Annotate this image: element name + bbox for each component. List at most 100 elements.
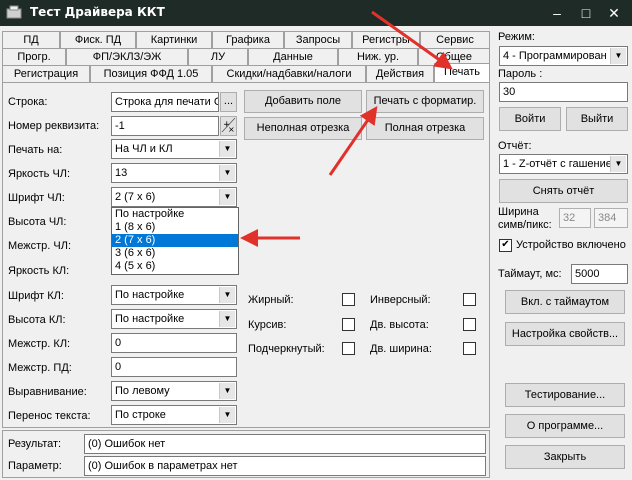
tab-service[interactable]: Сервис (420, 31, 490, 48)
width-chars-input[interactable]: 32 (559, 208, 591, 228)
result-label: Результат: (8, 438, 62, 450)
dropdown-option[interactable]: 1 (8 x 6) (112, 221, 238, 234)
tab-registers[interactable]: Регистры (352, 31, 420, 48)
logout-button[interactable]: Выйти (566, 107, 628, 131)
wrap-label: Перенос текста: (8, 410, 91, 422)
height-cl-label: Высота ЧЛ: (8, 216, 67, 228)
tab-fisk-pd[interactable]: Фиск. ПД (60, 31, 136, 48)
tab-pd[interactable]: ПД (2, 31, 60, 48)
dropdown-option[interactable]: 3 (6 x 6) (112, 247, 238, 260)
dropdown-option[interactable]: 4 (5 x 6) (112, 260, 238, 273)
timeout-input[interactable]: 5000 (571, 264, 628, 284)
tab-registration[interactable]: Регистрация (2, 65, 90, 82)
dropdown-option[interactable]: По настройке (112, 208, 238, 221)
inverse-checkbox[interactable] (463, 293, 476, 306)
print-formatted-button[interactable]: Печать с форматир. (366, 90, 484, 113)
bold-label: Жирный: (248, 294, 294, 306)
brightness-cl-select[interactable]: 13 ▼ (111, 163, 237, 183)
tab-discounts[interactable]: Скидки/надбавки/налоги (212, 65, 366, 82)
spacing-pd-input[interactable]: 0 (111, 357, 237, 377)
requisite-label: Номер реквизита: (8, 120, 100, 132)
bold-checkbox[interactable] (342, 293, 355, 306)
dropdown-option-selected[interactable]: 2 (7 x 6) (112, 234, 238, 247)
login-button[interactable]: Войти (499, 107, 561, 131)
tab-position-ffd[interactable]: Позиция ФФД 1.05 (90, 65, 212, 82)
tab-graphics[interactable]: Графика (212, 31, 284, 48)
string-label: Строка: (8, 96, 48, 108)
width-label-line2: симв/пикс: (498, 219, 552, 231)
password-label: Пароль : (498, 68, 543, 80)
app-icon (6, 5, 22, 19)
width-pixels-input[interactable]: 384 (594, 208, 628, 228)
report-value: 1 - Z-отчёт с гашение (503, 158, 612, 170)
chevron-down-icon: ▼ (219, 311, 235, 327)
brightness-cl-value: 13 (115, 167, 128, 179)
param-field: (0) Ошибок в параметрах нет (84, 456, 486, 476)
about-button[interactable]: О программе... (505, 414, 625, 438)
inverse-label: Инверсный: (370, 294, 431, 306)
take-report-button[interactable]: Снять отчёт (499, 179, 628, 203)
device-enabled-label: Устройство включено (516, 239, 626, 251)
double-width-label: Дв. ширина: (370, 343, 432, 355)
tab-lu[interactable]: ЛУ (188, 48, 248, 65)
chevron-down-icon: ▼ (219, 141, 235, 157)
result-field: (0) Ошибок нет (84, 434, 486, 454)
italic-label: Курсив: (248, 319, 287, 331)
mode-select[interactable]: 4 - Программирован ▼ (499, 46, 628, 66)
tab-low-level[interactable]: Ниж. ур. (338, 48, 418, 65)
spacing-kl-input[interactable]: 0 (111, 333, 237, 353)
tab-actions[interactable]: Действия (366, 65, 434, 82)
minimize-button[interactable]: – (546, 4, 568, 22)
full-cut-button[interactable]: Полная отрезка (366, 117, 484, 140)
maximize-button[interactable]: □ (575, 4, 597, 22)
font-kl-value: По настройке (115, 289, 185, 301)
tab-progr[interactable]: Прогр. (2, 48, 66, 65)
double-height-checkbox[interactable] (463, 318, 476, 331)
mode-value: 4 - Программирован (503, 50, 607, 62)
spacing-pd-label: Межстр. ПД: (8, 362, 72, 374)
font-cl-dropdown-list[interactable]: По настройке 1 (8 x 6) 2 (7 x 6) 3 (6 x … (111, 207, 239, 275)
double-width-checkbox[interactable] (463, 342, 476, 355)
partial-cut-button[interactable]: Неполная отрезка (244, 117, 362, 140)
tab-pictures[interactable]: Картинки (136, 31, 212, 48)
checkmark-icon: ✔ (501, 239, 510, 250)
enable-timeout-button[interactable]: Вкл. с таймаутом (505, 290, 625, 314)
tab-requests[interactable]: Запросы (284, 31, 352, 48)
device-enabled-checkbox[interactable]: ✔ (499, 239, 512, 252)
spacing-kl-label: Межстр. КЛ: (8, 338, 71, 350)
close-button[interactable]: Закрыть (505, 445, 625, 469)
calculator-button[interactable]: + × (220, 116, 237, 136)
mode-label: Режим: (498, 31, 535, 43)
chevron-down-icon: ▼ (219, 287, 235, 303)
height-kl-label: Высота КЛ: (8, 314, 66, 326)
chevron-down-icon: ▼ (610, 48, 626, 64)
height-kl-value: По настройке (115, 313, 185, 325)
print-on-select[interactable]: На ЧЛ и КЛ ▼ (111, 139, 237, 159)
align-select[interactable]: По левому ▼ (111, 381, 237, 401)
close-window-button[interactable]: ✕ (603, 4, 625, 22)
font-cl-value: 2 (7 x 6) (115, 191, 156, 203)
underline-checkbox[interactable] (342, 342, 355, 355)
string-browse-button[interactable]: ... (220, 92, 237, 112)
height-kl-select[interactable]: По настройке ▼ (111, 309, 237, 329)
calculator-icon: +× (221, 117, 236, 134)
param-label: Параметр: (8, 460, 62, 472)
title-bar: Тест Драйвера ККТ – □ ✕ (0, 0, 632, 26)
italic-checkbox[interactable] (342, 318, 355, 331)
brightness-kl-label: Яркость КЛ: (8, 265, 70, 277)
add-field-button[interactable]: Добавить поле (244, 90, 362, 113)
password-input[interactable]: 30 (499, 82, 628, 102)
report-select[interactable]: 1 - Z-отчёт с гашение ▼ (499, 154, 628, 174)
align-value: По левому (115, 385, 170, 397)
string-input[interactable]: Строка для печати С (111, 92, 219, 112)
wrap-select[interactable]: По строке ▼ (111, 405, 237, 425)
requisite-input[interactable]: -1 (111, 116, 219, 136)
font-kl-select[interactable]: По настройке ▼ (111, 285, 237, 305)
tab-fp-eklz[interactable]: ФП/ЭКЛЗ/ЭЖ (66, 48, 188, 65)
tab-print[interactable]: Печать (434, 63, 490, 82)
testing-button[interactable]: Тестирование... (505, 383, 625, 407)
font-cl-select[interactable]: 2 (7 x 6) ▼ (111, 187, 237, 207)
wrap-value: По строке (115, 409, 166, 421)
tab-data[interactable]: Данные (248, 48, 338, 65)
properties-button[interactable]: Настройка свойств... (505, 322, 625, 346)
